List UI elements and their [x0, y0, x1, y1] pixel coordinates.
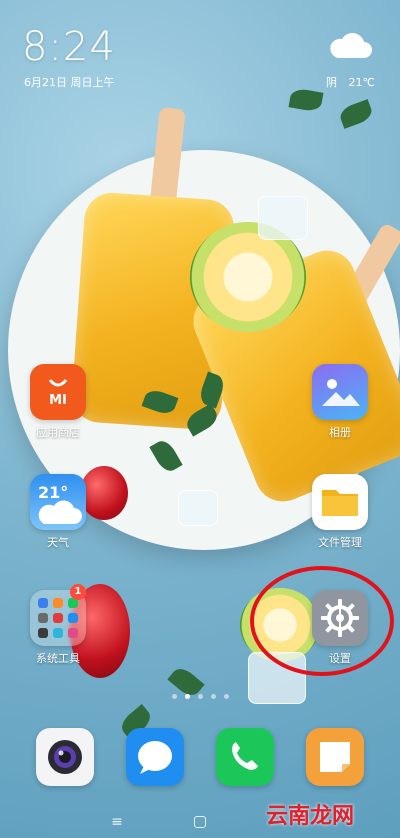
page-dot[interactable]	[210, 694, 216, 699]
weather-temperature: 21℃	[348, 76, 375, 89]
menu-icon[interactable]: ≡	[110, 815, 124, 829]
app-folder-system-tools[interactable]: 1 系统工具	[18, 584, 98, 666]
wallpaper-ice	[248, 652, 306, 704]
app-label: 设置	[329, 652, 351, 665]
watermark-text: 云南龙网	[266, 803, 355, 829]
clock-date: 6月21日 周日上午	[24, 76, 115, 89]
page-dot[interactable]	[223, 694, 229, 699]
lockscreen-widget[interactable]: 8:24 6月21日 周日上午 阴 21℃	[0, 0, 400, 100]
app-label: 天气	[47, 536, 69, 549]
camera-icon[interactable]	[36, 728, 94, 786]
folder-icon	[312, 474, 368, 530]
app-label: 应用商店	[36, 426, 80, 439]
app-gallery[interactable]: 相册	[300, 364, 380, 440]
wallpaper-ice	[258, 196, 308, 240]
app-store-icon: MI	[30, 364, 86, 420]
cloud-icon[interactable]	[326, 30, 374, 60]
page-dot-active[interactable]	[184, 694, 190, 699]
app-store-icon-text: MI	[49, 393, 67, 408]
wallpaper-ice	[178, 490, 218, 526]
app-file-manager[interactable]: 文件管理	[300, 474, 380, 550]
weather-condition: 阴	[326, 76, 337, 89]
app-label: 系统工具	[36, 652, 80, 665]
weather-icon: 21°	[30, 474, 86, 530]
app-label: 文件管理	[318, 536, 362, 549]
wallpaper-leaf	[337, 99, 375, 129]
home-icon[interactable]	[194, 816, 206, 828]
messages-icon[interactable]	[126, 728, 184, 786]
app-settings[interactable]: 设置	[300, 590, 380, 666]
app-weather[interactable]: 21° 天气	[18, 474, 98, 550]
notification-badge: 1	[70, 584, 86, 600]
weather-summary: 阴 21℃	[326, 74, 383, 90]
gear-icon	[312, 590, 368, 646]
gallery-icon	[312, 364, 368, 420]
page-dot[interactable]	[197, 694, 203, 699]
dock	[0, 728, 400, 790]
app-app-store[interactable]: MI 应用商店	[18, 364, 98, 440]
folder-preview-icon: 1	[30, 584, 86, 646]
page-indicator[interactable]	[150, 694, 250, 702]
weather-icon-temp: 21°	[38, 483, 68, 502]
clock-time[interactable]: 8:24	[22, 24, 116, 70]
phone-icon[interactable]	[216, 728, 274, 786]
notes-icon[interactable]	[306, 728, 364, 786]
app-label: 相册	[329, 426, 351, 439]
page-dot[interactable]	[171, 694, 177, 699]
